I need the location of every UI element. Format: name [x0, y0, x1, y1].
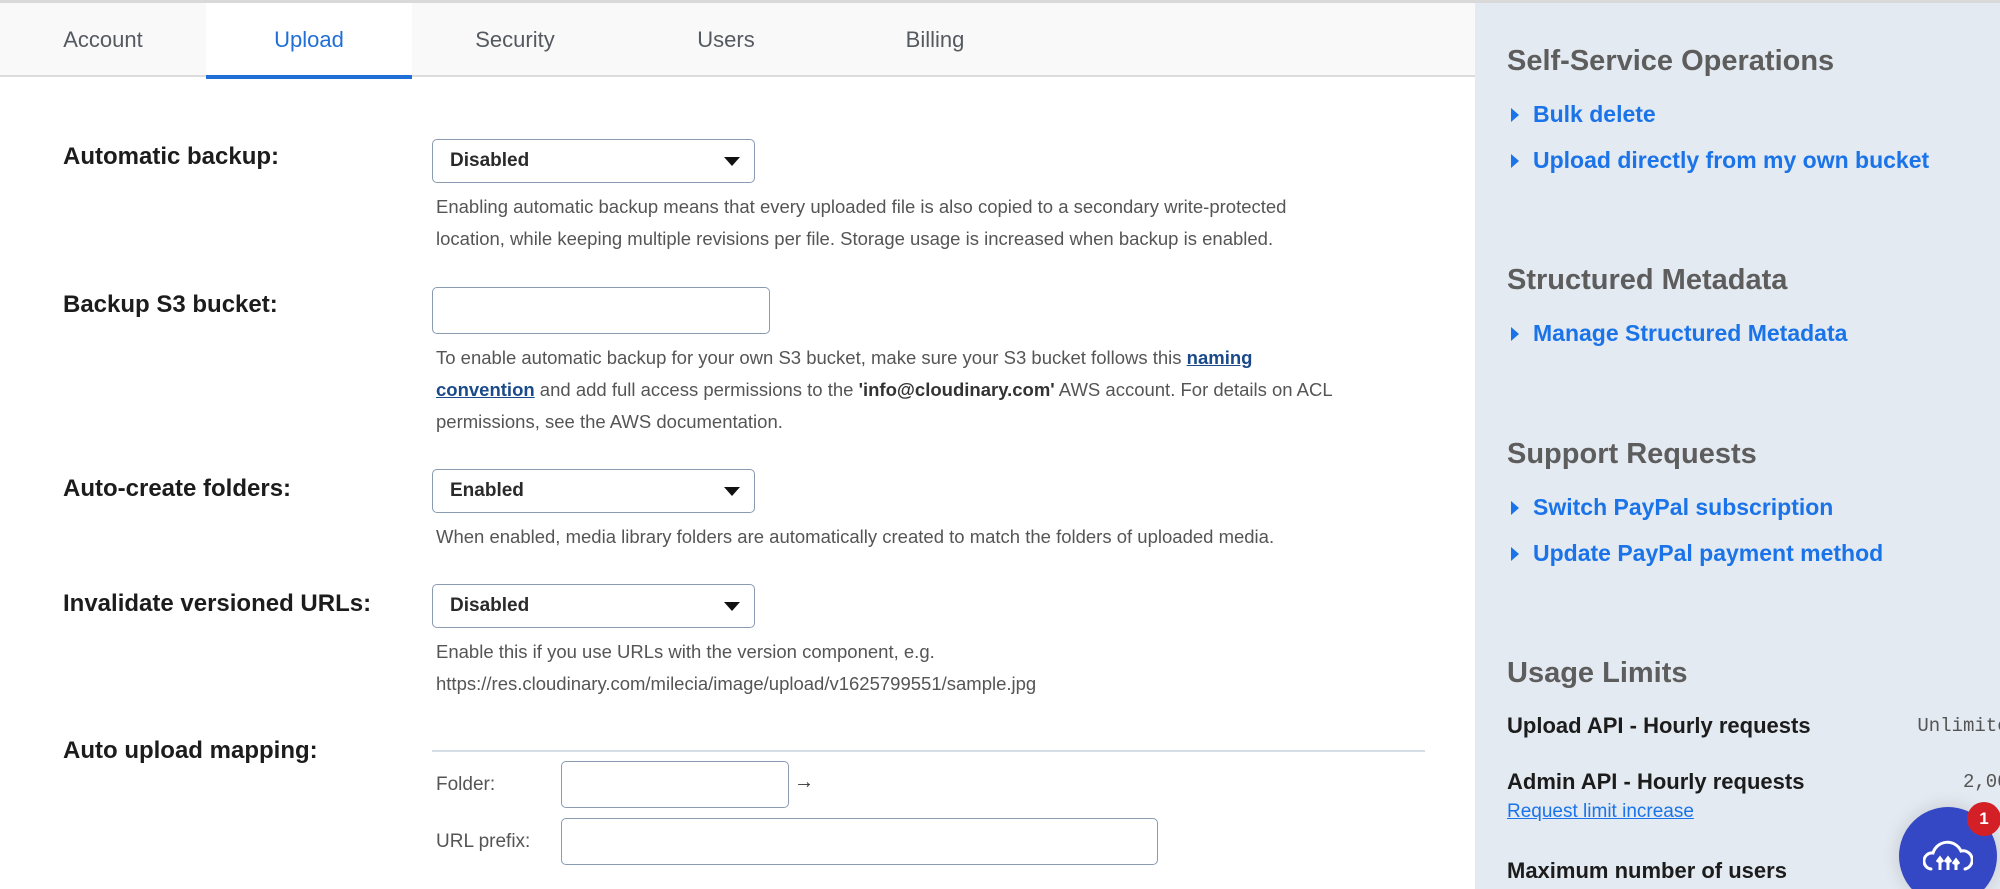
tab-upload[interactable]: Upload: [206, 3, 412, 79]
caret-right-icon: [1511, 326, 1519, 341]
auto-create-folders-help: When enabled, media library folders are …: [436, 526, 1275, 547]
tab-security[interactable]: Security: [412, 3, 618, 77]
caret-right-icon: [1511, 107, 1519, 122]
link-label: Switch PayPal subscription: [1533, 494, 1834, 520]
bulk-delete-link[interactable]: Bulk delete: [1511, 101, 1656, 128]
url-prefix-input[interactable]: [561, 818, 1158, 865]
structured-metadata-title: Structured Metadata: [1507, 264, 1788, 296]
tab-users[interactable]: Users: [623, 3, 829, 77]
cloudinary-cloud-icon: [1923, 840, 1973, 871]
invalidate-versioned-urls-value: Disabled: [450, 595, 530, 616]
help-text-line: Enabling automatic backup means that eve…: [436, 196, 1287, 217]
main-content: Account Upload Security Users Billing Au…: [0, 3, 1475, 889]
caret-right-icon: [1511, 153, 1519, 168]
upload-api-limit-value: Unlimited: [1917, 715, 2000, 737]
help-text: AWS account. For details on ACL: [1054, 379, 1333, 400]
help-text-line: Enable this if you use URLs with the ver…: [436, 641, 935, 662]
manage-structured-metadata-link[interactable]: Manage Structured Metadata: [1511, 320, 1847, 347]
auto-create-folders-select[interactable]: Enabled: [432, 469, 755, 513]
url-prefix-label: URL prefix:: [436, 831, 531, 852]
mapping-divider: [432, 750, 1425, 752]
naming-convention-link[interactable]: naming: [1187, 347, 1253, 368]
right-sidebar: Self-Service Operations Bulk delete Uplo…: [1475, 3, 2000, 889]
admin-api-limit-label: Admin API - Hourly requests: [1507, 769, 1805, 794]
caret-right-icon: [1511, 500, 1519, 515]
backup-s3-bucket-label: Backup S3 bucket:: [63, 291, 278, 318]
aws-account-email: 'info@cloudinary.com': [858, 379, 1055, 400]
help-text-line: convention and add full access permissio…: [436, 374, 1436, 406]
chevron-down-icon: [724, 602, 740, 611]
automatic-backup-select[interactable]: Disabled: [432, 139, 755, 183]
update-paypal-payment-link[interactable]: Update PayPal payment method: [1511, 540, 1883, 567]
caret-right-icon: [1511, 546, 1519, 561]
auto-create-folders-label: Auto-create folders:: [63, 475, 292, 502]
help-text: To enable automatic backup for your own …: [436, 347, 1187, 368]
invalidate-versioned-urls-label: Invalidate versioned URLs:: [63, 590, 372, 617]
help-text-line: location, while keeping multiple revisio…: [436, 228, 1274, 249]
self-service-title: Self-Service Operations: [1507, 45, 1835, 77]
auto-upload-mapping-label: Auto upload mapping:: [63, 737, 318, 764]
auto-create-folders-value: Enabled: [450, 480, 524, 501]
invalidate-versioned-urls-select[interactable]: Disabled: [432, 584, 755, 628]
link-label: Bulk delete: [1533, 101, 1656, 127]
admin-api-limit-value: 2,000: [1962, 771, 2000, 793]
tab-billing[interactable]: Billing: [832, 3, 1038, 77]
invalidate-versioned-urls-help: Enable this if you use URLs with the ver…: [436, 636, 1436, 700]
arrow-right-icon: →: [794, 771, 814, 793]
naming-convention-link[interactable]: convention: [436, 379, 535, 400]
request-limit-increase-link[interactable]: Request limit increase: [1507, 801, 1694, 823]
chevron-down-icon: [724, 487, 740, 496]
upload-api-limit-label: Upload API - Hourly requests: [1507, 713, 1811, 738]
link-label: Upload directly from my own bucket: [1533, 147, 1930, 173]
chevron-down-icon: [724, 157, 740, 166]
link-label: Manage Structured Metadata: [1533, 320, 1848, 346]
automatic-backup-value: Disabled: [450, 150, 530, 171]
help-text-line: To enable automatic backup for your own …: [436, 342, 1436, 374]
link-label: Update PayPal payment method: [1533, 540, 1884, 566]
tab-account[interactable]: Account: [0, 3, 206, 77]
automatic-backup-label: Automatic backup:: [63, 143, 280, 170]
support-requests-title: Support Requests: [1507, 438, 1757, 470]
example-url: https://res.cloudinary.com/milecia/image…: [436, 673, 1037, 694]
usage-limits-title: Usage Limits: [1507, 657, 1688, 689]
max-users-limit-label: Maximum number of users: [1507, 858, 1787, 883]
folder-label: Folder:: [436, 774, 496, 795]
settings-tabs: Account Upload Security Users Billing: [0, 3, 1475, 79]
backup-s3-bucket-input[interactable]: [432, 287, 770, 334]
help-text-line: permissions, see the AWS documentation.: [436, 411, 783, 432]
switch-paypal-subscription-link[interactable]: Switch PayPal subscription: [1511, 494, 1833, 521]
backup-s3-bucket-help: To enable automatic backup for your own …: [436, 342, 1436, 438]
folder-input[interactable]: [561, 761, 789, 808]
upload-from-bucket-link[interactable]: Upload directly from my own bucket: [1511, 147, 1929, 174]
settings-page: Account Upload Security Users Billing Au…: [0, 0, 2000, 889]
automatic-backup-help: Enabling automatic backup means that eve…: [436, 191, 1436, 255]
help-text: and add full access permissions to the: [534, 379, 859, 400]
notification-badge: 1: [1967, 802, 2000, 836]
